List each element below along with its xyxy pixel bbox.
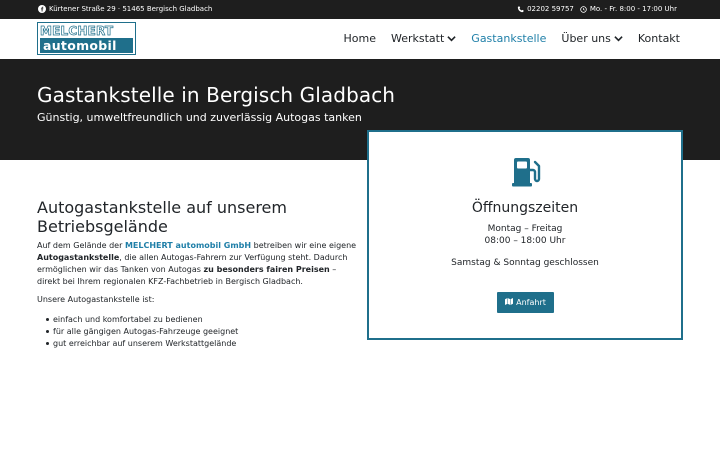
logo[interactable]: MELCHERT automobil	[37, 22, 136, 55]
nav-item-gastankstelle[interactable]: Gastankstelle	[471, 32, 546, 45]
phone-icon	[517, 5, 524, 13]
nav-item-werkstatt[interactable]: Werkstatt	[391, 32, 456, 45]
nav-item-ueber-uns[interactable]: Über uns	[561, 32, 623, 45]
site-header: MELCHERT automobil Home Werkstatt Gastan…	[0, 19, 720, 59]
intro-paragraph: Auf dem Gelände der MELCHERT automobil G…	[37, 240, 357, 288]
nav-label: Werkstatt	[390, 32, 445, 45]
bold-text: Autogastankstelle	[37, 253, 120, 262]
list-item: gut erreichbar auf unserem Werkstattgelä…	[46, 338, 357, 350]
chevron-down-icon	[614, 32, 623, 45]
company-link[interactable]: MELCHERT automobil GmbH	[125, 241, 251, 250]
weekday-hours: 08:00 – 18:00 Uhr	[484, 236, 566, 246]
nav-label: Gastankstelle	[471, 32, 547, 45]
weekend-note: Samstag & Sonntag geschlossen	[451, 258, 599, 268]
list-intro: Unsere Autogastankstelle ist:	[37, 295, 155, 304]
list-item: einfach und komfortabel zu bedienen	[46, 314, 357, 326]
address-text: Kürtener Straße 29 · 51465 Bergisch Glad…	[49, 5, 213, 13]
phone-number: 02202 59757	[527, 5, 574, 13]
hours-text: Mo. - Fr. 8:00 - 17:00 Uhr	[589, 5, 677, 13]
contact-info: 02202 59757 Mo. - Fr. 8:00 - 17:00 Uhr	[517, 5, 677, 13]
chevron-down-icon	[447, 32, 456, 45]
top-bar: Kürtener Straße 29 · 51465 Bergisch Glad…	[0, 0, 720, 19]
page-subtitle: Günstig, umweltfreundlich und zuverlässi…	[37, 111, 362, 124]
button-label: Anfahrt	[516, 298, 546, 307]
bold-text: zu besonders fairen Preisen	[203, 265, 330, 274]
logo-line2: automobil	[40, 38, 133, 53]
gas-pump-icon	[511, 156, 543, 192]
opening-hours-card: Öffnungszeiten Montag – Freitag 08:00 – …	[367, 130, 683, 340]
opening-hours: Mo. - Fr. 8:00 - 17:00 Uhr	[580, 5, 677, 13]
logo-line1: MELCHERT	[40, 24, 114, 38]
card-title: Öffnungszeiten	[471, 200, 579, 216]
section-heading: Autogastankstelle auf unserem Betriebsge…	[37, 198, 287, 236]
main-nav: Home Werkstatt Gastankstelle Über uns Ko…	[344, 32, 681, 45]
nav-label: Home	[343, 32, 376, 45]
clock-icon	[580, 5, 587, 13]
text-span: Auf dem Gelände der	[37, 241, 125, 250]
nav-label: Über uns	[561, 32, 611, 45]
text-span: betreiben wir eine eigene	[251, 241, 357, 250]
list-item: für alle gängigen Autogas-Fahrzeuge geei…	[46, 326, 357, 338]
weekdays-label: Montag – Freitag	[487, 224, 563, 234]
page-title: Gastankstelle in Bergisch Gladbach	[37, 83, 396, 107]
directions-button[interactable]: Anfahrt	[497, 292, 554, 313]
address-info: Kürtener Straße 29 · 51465 Bergisch Glad…	[38, 5, 212, 13]
main-content: Autogastankstelle auf unserem Betriebsge…	[37, 198, 357, 350]
nav-item-home[interactable]: Home	[344, 32, 376, 45]
feature-list: einfach und komfortabel zu bedienen für …	[37, 314, 357, 350]
map-icon	[505, 298, 514, 307]
nav-label: Kontakt	[637, 32, 680, 45]
phone-link[interactable]: 02202 59757	[517, 5, 574, 13]
nav-item-kontakt[interactable]: Kontakt	[638, 32, 680, 45]
facebook-icon[interactable]	[38, 5, 46, 13]
